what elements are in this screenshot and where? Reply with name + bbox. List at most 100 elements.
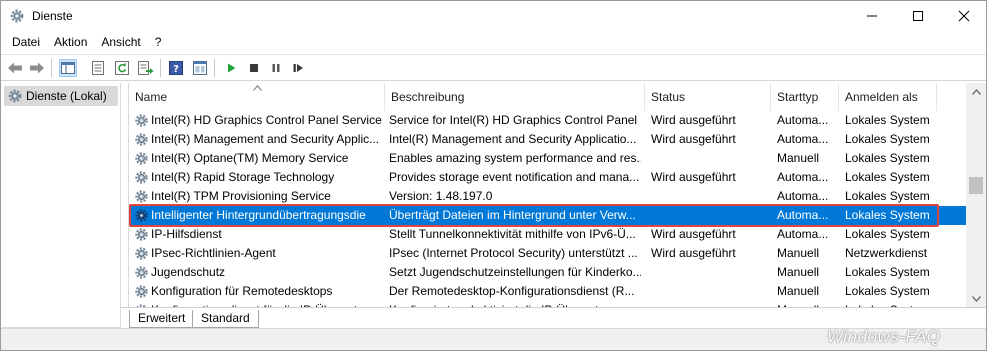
help-button[interactable]: ? (167, 59, 185, 77)
refresh-icon (115, 61, 129, 75)
minimize-button[interactable] (849, 1, 895, 31)
refresh-button[interactable] (113, 59, 131, 77)
menu-ansicht[interactable]: Ansicht (94, 32, 147, 52)
cell-status (651, 282, 769, 301)
scroll-down-button[interactable] (966, 290, 986, 307)
scrollbar-thumb[interactable] (969, 177, 983, 194)
column-header-starttyp[interactable]: Starttyp (771, 83, 839, 111)
maximize-button[interactable] (895, 1, 941, 31)
table-row[interactable]: Intel(R) Management and Security Applic.… (129, 130, 968, 149)
start-service-button[interactable] (222, 59, 240, 77)
table-row[interactable]: Konfiguration für Remotedesktops Der Remo… (129, 282, 968, 301)
cell-name: Intel(R) Rapid Storage Technology (151, 170, 335, 184)
pause-service-button[interactable] (267, 59, 285, 77)
cell-beschreibung: Stellt Tunnelkonnektivität mithilfe von … (389, 227, 636, 241)
show-console-tree-button[interactable] (59, 59, 77, 77)
cell-anmelden-als: Lokales System (845, 170, 930, 184)
stop-service-button[interactable] (245, 59, 263, 77)
column-header-status[interactable]: Status (645, 83, 771, 111)
help-icon: ? (169, 61, 183, 75)
cell-beschreibung: Enables amazing system performance and r… (389, 151, 641, 165)
tab-standard[interactable]: Standard (192, 310, 259, 328)
service-gear-icon (135, 247, 148, 260)
service-gear-icon (135, 228, 148, 241)
cell-name: Jugendschutz (151, 265, 226, 279)
show-hide-button[interactable] (191, 59, 209, 77)
table-row[interactable]: Intel(R) TPM Provisioning Service Version… (129, 187, 968, 206)
cell-anmelden-als: Lokales System (845, 132, 930, 146)
service-gear-icon (135, 209, 148, 222)
cell-name: IPsec-Richtlinien-Agent (151, 246, 276, 260)
view-tabs: Erweitert Standard (121, 307, 986, 328)
properties-icon (92, 61, 104, 75)
cell-anmelden-als: Lokales System (845, 265, 930, 279)
export-list-button[interactable] (137, 59, 155, 77)
cell-beschreibung: IPsec (Internet Protocol Security) unter… (389, 246, 638, 260)
menu-datei[interactable]: Datei (5, 32, 47, 52)
cell-beschreibung: Service for Intel(R) HD Graphics Control… (389, 113, 638, 127)
services-list: Name Beschreibung Status Starttyp Anmeld… (128, 83, 986, 307)
cell-anmelden-als: Lokales System (845, 227, 930, 241)
chevron-down-icon (971, 295, 981, 302)
back-button[interactable] (6, 59, 24, 77)
cell-status (651, 149, 769, 168)
table-row[interactable]: IP-Hilfsdienst Stellt Tunnelkonnektivität… (129, 225, 968, 244)
cell-anmelden-als: Lokales System (845, 151, 930, 165)
table-row[interactable]: Jugendschutz Setzt Jugendschutzeinstellun… (129, 263, 968, 282)
scroll-up-button[interactable] (966, 83, 986, 100)
cell-starttyp: Manuell (777, 284, 820, 298)
table-row[interactable]: Intel(R) HD Graphics Control Panel Servi… (129, 111, 968, 130)
cell-name: Intel(R) Optane(TM) Memory Service (151, 151, 349, 165)
play-icon (228, 63, 236, 73)
cell-starttyp: Automa... (777, 132, 829, 146)
table-row-selected[interactable]: Intelligenter Hintergrundübertragungsdie… (129, 206, 968, 225)
cell-status (651, 187, 769, 206)
cell-starttyp: Automa... (777, 113, 829, 127)
cell-starttyp: Manuell (777, 151, 820, 165)
properties-button[interactable] (89, 59, 107, 77)
restart-icon (293, 64, 303, 72)
cell-status: Wird ausgeführt (651, 246, 736, 260)
column-header-beschreibung[interactable]: Beschreibung (385, 83, 645, 111)
menu-bar: Datei Aktion Ansicht ? (1, 32, 986, 52)
services-gear-icon (10, 9, 24, 23)
back-arrow-icon (8, 62, 22, 74)
cell-starttyp: Manuell (777, 246, 820, 260)
column-header-anmelden-als[interactable]: Anmelden als (839, 83, 937, 111)
service-gear-icon (135, 114, 148, 127)
cell-name: Konfiguration für Remotedesktops (151, 284, 333, 298)
close-icon (958, 10, 970, 22)
cell-anmelden-als: Lokales System (845, 189, 930, 203)
menu-aktion[interactable]: Aktion (47, 32, 94, 52)
service-gear-icon (135, 133, 148, 146)
tree-item-dienste-lokal[interactable]: Dienste (Lokal) (4, 86, 118, 106)
watermark-logo: Windows-FAQ (827, 327, 941, 346)
cell-name: Intelligenter Hintergrundübertragungsdie (151, 208, 366, 222)
restart-service-button[interactable] (289, 59, 307, 77)
service-gear-icon (135, 266, 148, 279)
tree-item-label: Dienste (Lokal) (26, 89, 107, 103)
forward-button[interactable] (28, 59, 46, 77)
cell-name: Intel(R) HD Graphics Control Panel Servi… (151, 113, 382, 127)
table-row[interactable]: IPsec-Richtlinien-Agent IPsec (Internet P… (129, 244, 968, 263)
cell-beschreibung: Intel(R) Management and Security Applica… (389, 132, 637, 146)
column-header-name[interactable]: Name (129, 83, 385, 111)
table-row[interactable]: Intel(R) Rapid Storage Technology Provide… (129, 168, 968, 187)
title-bar: Dienste (1, 1, 986, 31)
close-button[interactable] (941, 1, 987, 31)
window-title: Dienste (32, 9, 73, 23)
vertical-scrollbar[interactable] (966, 83, 986, 307)
cell-starttyp: Manuell (777, 265, 820, 279)
menu-help[interactable]: ? (148, 32, 169, 52)
cell-anmelden-als: Netzwerkdienst (845, 246, 928, 260)
cell-beschreibung: Überträgt Dateien im Hintergrund unter V… (389, 208, 636, 222)
column-header-row: Name Beschreibung Status Starttyp Anmeld… (129, 83, 968, 111)
tab-erweitert[interactable]: Erweitert (129, 310, 195, 328)
table-row[interactable]: Intel(R) Optane(TM) Memory Service Enable… (129, 149, 968, 168)
console-tree-pane: Dienste (Lokal) (2, 83, 121, 328)
cell-anmelden-als: Lokales System (845, 113, 930, 127)
cell-beschreibung: Version: 1.48.197.0 (389, 189, 493, 203)
toolbar-separator (214, 59, 215, 77)
cell-name: Intel(R) TPM Provisioning Service (151, 189, 331, 203)
cell-anmelden-als: Lokales System (845, 284, 930, 298)
